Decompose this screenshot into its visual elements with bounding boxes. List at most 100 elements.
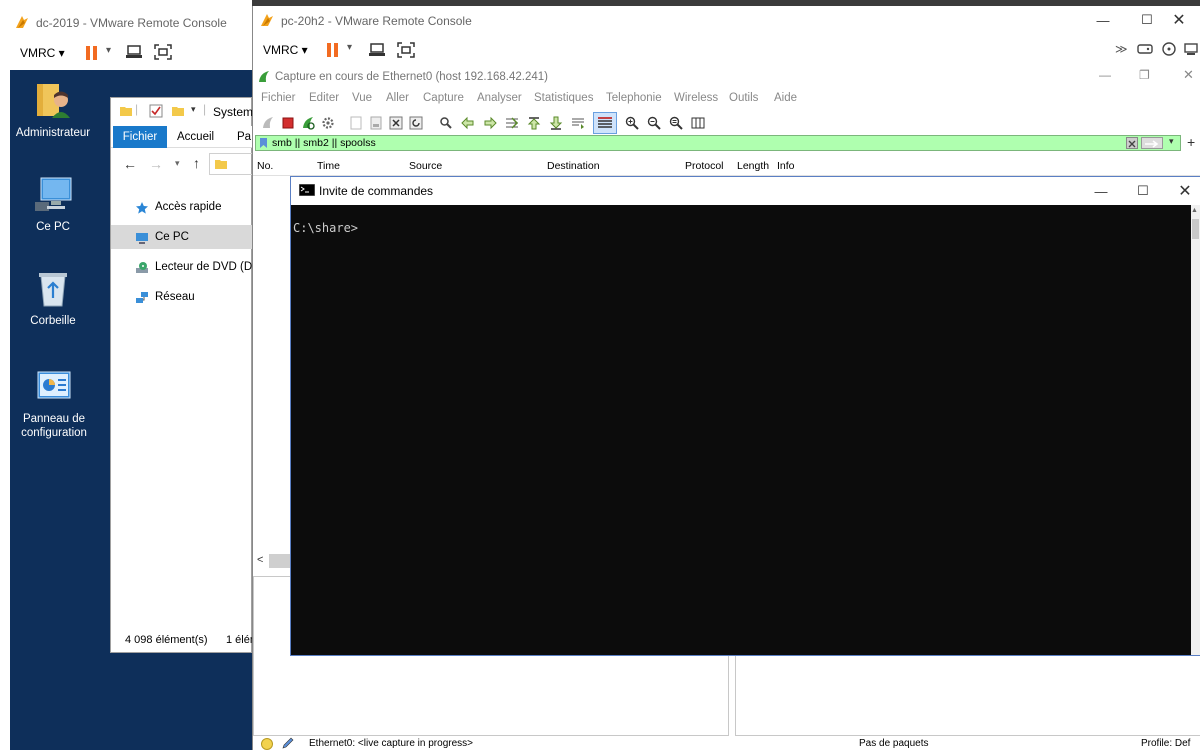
column-no[interactable]: No. xyxy=(257,160,273,172)
open-file-icon[interactable] xyxy=(347,114,365,132)
go-to-packet-icon[interactable] xyxy=(503,114,521,132)
menu-outils[interactable]: Outils xyxy=(729,92,758,104)
nav-item-ce-pc[interactable]: Ce PC xyxy=(111,225,253,249)
go-last-packet-icon[interactable] xyxy=(547,114,565,132)
minimize-button[interactable]: — xyxy=(1081,6,1125,34)
tab-fichier[interactable]: Fichier xyxy=(113,126,167,148)
column-info[interactable]: Info xyxy=(777,160,795,172)
save-file-icon[interactable] xyxy=(367,114,385,132)
clear-filter-icon[interactable] xyxy=(1126,137,1138,149)
status-profile[interactable]: Profile: Def xyxy=(1141,738,1200,750)
tab-partage[interactable]: Pa xyxy=(237,131,251,143)
recent-locations-icon[interactable]: ▾ xyxy=(175,158,180,169)
column-time[interactable]: Time xyxy=(317,160,340,172)
menu-wireless[interactable]: Wireless xyxy=(674,92,718,104)
scroll-up-icon[interactable]: ▲ xyxy=(1191,207,1198,214)
start-capture-icon[interactable] xyxy=(259,114,277,132)
close-button[interactable]: ✕ xyxy=(1163,177,1200,205)
pause-icon[interactable] xyxy=(327,43,341,60)
title-bar[interactable]: dc-2019 - VMware Remote Console xyxy=(0,0,252,40)
close-button[interactable]: ✕ xyxy=(1183,67,1194,83)
close-button[interactable]: ✕ xyxy=(1157,6,1200,34)
display-filter-input[interactable]: smb || smb2 || spoolss ▾ xyxy=(255,135,1181,151)
nav-item-reseau[interactable]: Réseau xyxy=(111,285,253,309)
close-file-icon[interactable] xyxy=(387,114,405,132)
vmrc-window-dc-2019[interactable]: dc-2019 - VMware Remote Console VMRC ▾ ▾… xyxy=(0,0,260,750)
cd-icon[interactable] xyxy=(1161,41,1177,60)
new-folder-icon[interactable] xyxy=(171,104,185,121)
normal-size-icon[interactable] xyxy=(667,114,685,132)
chevron-down-icon[interactable]: ▾ xyxy=(347,42,352,53)
chevron-down-icon[interactable]: ▾ xyxy=(106,45,111,56)
cmd-title-bar[interactable]: Invite de commandes — ☐ ✕ xyxy=(291,177,1200,205)
vmrc-menu-button[interactable]: VMRC ▾ xyxy=(263,43,308,57)
tab-accueil[interactable]: Accueil xyxy=(177,131,214,143)
cmd-prompt-line[interactable]: C:\share> xyxy=(293,221,358,235)
forward-arrow-icon[interactable]: → xyxy=(149,156,163,172)
send-ctrl-alt-del-icon[interactable] xyxy=(369,42,387,61)
menu-vue[interactable]: Vue xyxy=(352,92,372,104)
desktop-icon-ce-pc[interactable]: Ce PC xyxy=(8,174,98,234)
forward-icon[interactable]: ≫ xyxy=(1115,42,1128,56)
desktop-icon-administrateur[interactable]: Administrateur xyxy=(8,80,98,140)
desktop-icon-panneau-de-configuration[interactable]: Panneau de configuration xyxy=(8,366,100,440)
menu-aller[interactable]: Aller xyxy=(386,92,409,104)
menu-telephonie[interactable]: Telephonie xyxy=(606,92,662,104)
scrollbar-thumb[interactable] xyxy=(1192,219,1199,239)
menu-aide[interactable]: Aide xyxy=(774,92,797,104)
horizontal-scrollbar-thumb[interactable] xyxy=(269,554,291,568)
zoom-in-icon[interactable] xyxy=(623,114,641,132)
filter-history-dropdown-icon[interactable]: ▾ xyxy=(1169,136,1174,147)
colorize-packet-list-button[interactable] xyxy=(593,112,617,134)
menu-editer[interactable]: Editer xyxy=(309,92,339,104)
address-bar[interactable] xyxy=(209,153,253,175)
explorer-title-bar[interactable]: | ▾ | System3 xyxy=(111,98,260,126)
send-ctrl-alt-del-icon[interactable] xyxy=(126,44,144,63)
maximize-button[interactable]: ☐ xyxy=(1121,177,1165,205)
fullscreen-icon[interactable] xyxy=(397,42,415,61)
edit-comment-icon[interactable] xyxy=(281,736,295,750)
zoom-out-icon[interactable] xyxy=(645,114,663,132)
back-arrow-icon[interactable]: ← xyxy=(123,156,137,172)
menu-analyser[interactable]: Analyser xyxy=(477,92,522,104)
restart-capture-icon[interactable] xyxy=(299,114,317,132)
column-protocol[interactable]: Protocol xyxy=(685,160,724,172)
file-explorer-window[interactable]: | ▾ | System3 Fichier Accueil Pa ← → ▾ ↑ xyxy=(110,97,260,653)
vmrc-menu-button[interactable]: VMRC ▾ xyxy=(20,46,65,60)
title-bar[interactable]: pc-20h2 - VMware Remote Console — ☐ ✕ xyxy=(253,6,1200,36)
add-filter-button-icon[interactable]: + xyxy=(1187,134,1195,150)
auto-scroll-icon[interactable] xyxy=(569,114,587,132)
vertical-scrollbar[interactable]: ▲ xyxy=(1191,205,1200,655)
fullscreen-icon[interactable] xyxy=(154,44,172,63)
nav-item-lecteur-dvd[interactable]: Lecteur de DVD (D:) xyxy=(111,255,253,279)
menu-statistiques[interactable]: Statistiques xyxy=(534,92,593,104)
column-length[interactable]: Length xyxy=(737,160,769,172)
scroll-left-icon[interactable]: < xyxy=(257,554,263,566)
reload-file-icon[interactable] xyxy=(407,114,425,132)
up-arrow-icon[interactable]: ↑ xyxy=(193,155,200,171)
minimize-button[interactable]: — xyxy=(1099,68,1111,82)
minimize-button[interactable]: — xyxy=(1079,177,1123,205)
find-packet-icon[interactable] xyxy=(437,114,455,132)
nav-item-acces-rapide[interactable]: Accès rapide xyxy=(111,195,253,219)
stop-capture-icon[interactable] xyxy=(279,114,297,132)
desktop-icon-corbeille[interactable]: Corbeille xyxy=(8,268,98,328)
go-first-packet-icon[interactable] xyxy=(525,114,543,132)
menu-capture[interactable]: Capture xyxy=(423,92,464,104)
menu-fichier[interactable]: Fichier xyxy=(261,92,296,104)
restore-button[interactable]: ❐ xyxy=(1139,68,1150,82)
column-source[interactable]: Source xyxy=(409,160,442,172)
command-prompt-window[interactable]: Invite de commandes — ☐ ✕ C:\share> ▲ xyxy=(290,176,1200,656)
properties-icon[interactable] xyxy=(149,104,163,121)
quick-access-dropdown-icon[interactable]: ▾ xyxy=(191,104,196,115)
column-destination[interactable]: Destination xyxy=(547,160,600,172)
network-adapter-icon[interactable] xyxy=(1183,41,1199,60)
capture-options-icon[interactable] xyxy=(319,114,337,132)
expert-info-icon[interactable] xyxy=(261,738,273,750)
pause-icon[interactable] xyxy=(86,46,100,63)
hdd-icon[interactable] xyxy=(1137,41,1153,60)
resize-columns-icon[interactable] xyxy=(689,114,707,132)
bookmark-icon[interactable] xyxy=(259,137,268,152)
apply-filter-button[interactable] xyxy=(1141,137,1163,149)
go-back-icon[interactable] xyxy=(459,114,477,132)
